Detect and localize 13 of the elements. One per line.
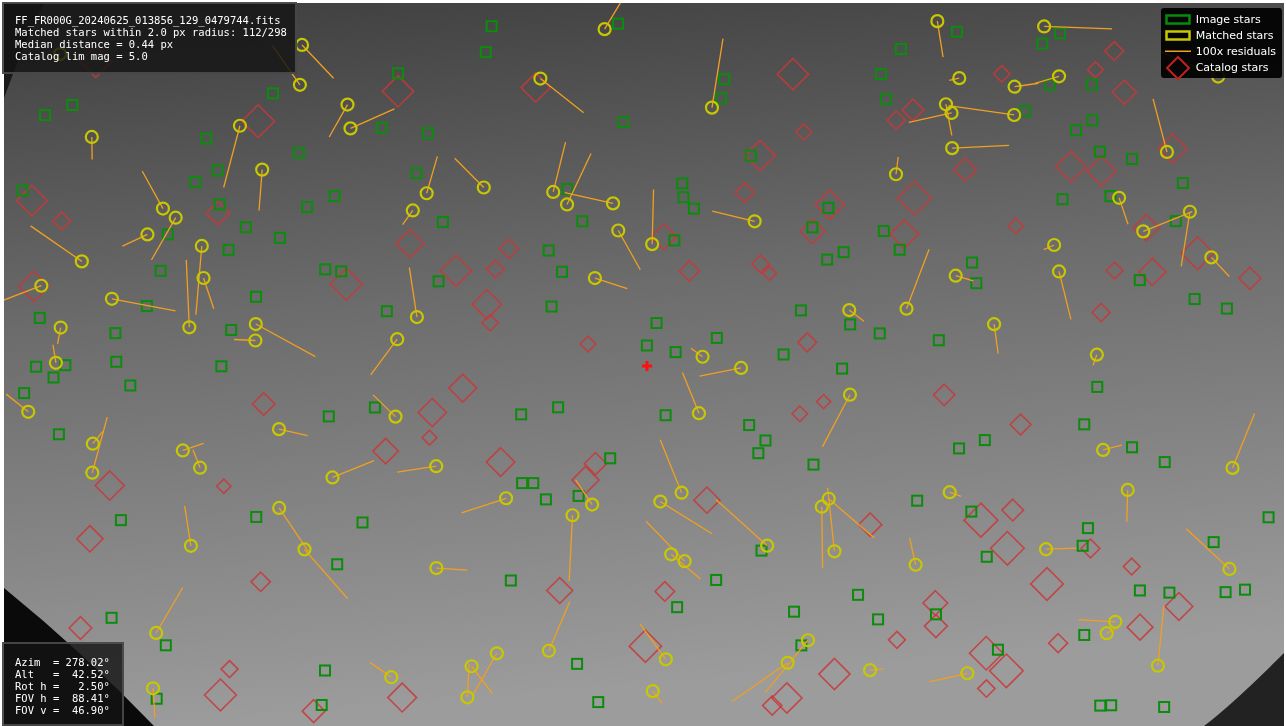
legend-label: Matched stars [1195,29,1274,42]
legend-label: Catalog stars [1195,61,1269,74]
legend-label: 100x residuals [1195,45,1276,58]
info-text: Matched stars within 2.0 px radius: 112/298 [15,26,287,38]
legend-label: Image stars [1195,13,1261,26]
info-text: Catalog lim mag = 5.0 [15,50,149,62]
info-text: Median distance = 0.44 px [15,38,175,50]
pointing-text: Azim = 278.02° [15,656,110,668]
pointing-text: FOV h = 88.41° [15,692,110,704]
pointing-text: FOV v = 46.90° [15,704,110,716]
info-text: FF_FR000G_20240625_013856_129_0479744.fits [15,14,282,26]
pointing-text: Alt = 42.52° [15,668,110,680]
pointing-text: Rot h = 2.50° [15,680,110,692]
